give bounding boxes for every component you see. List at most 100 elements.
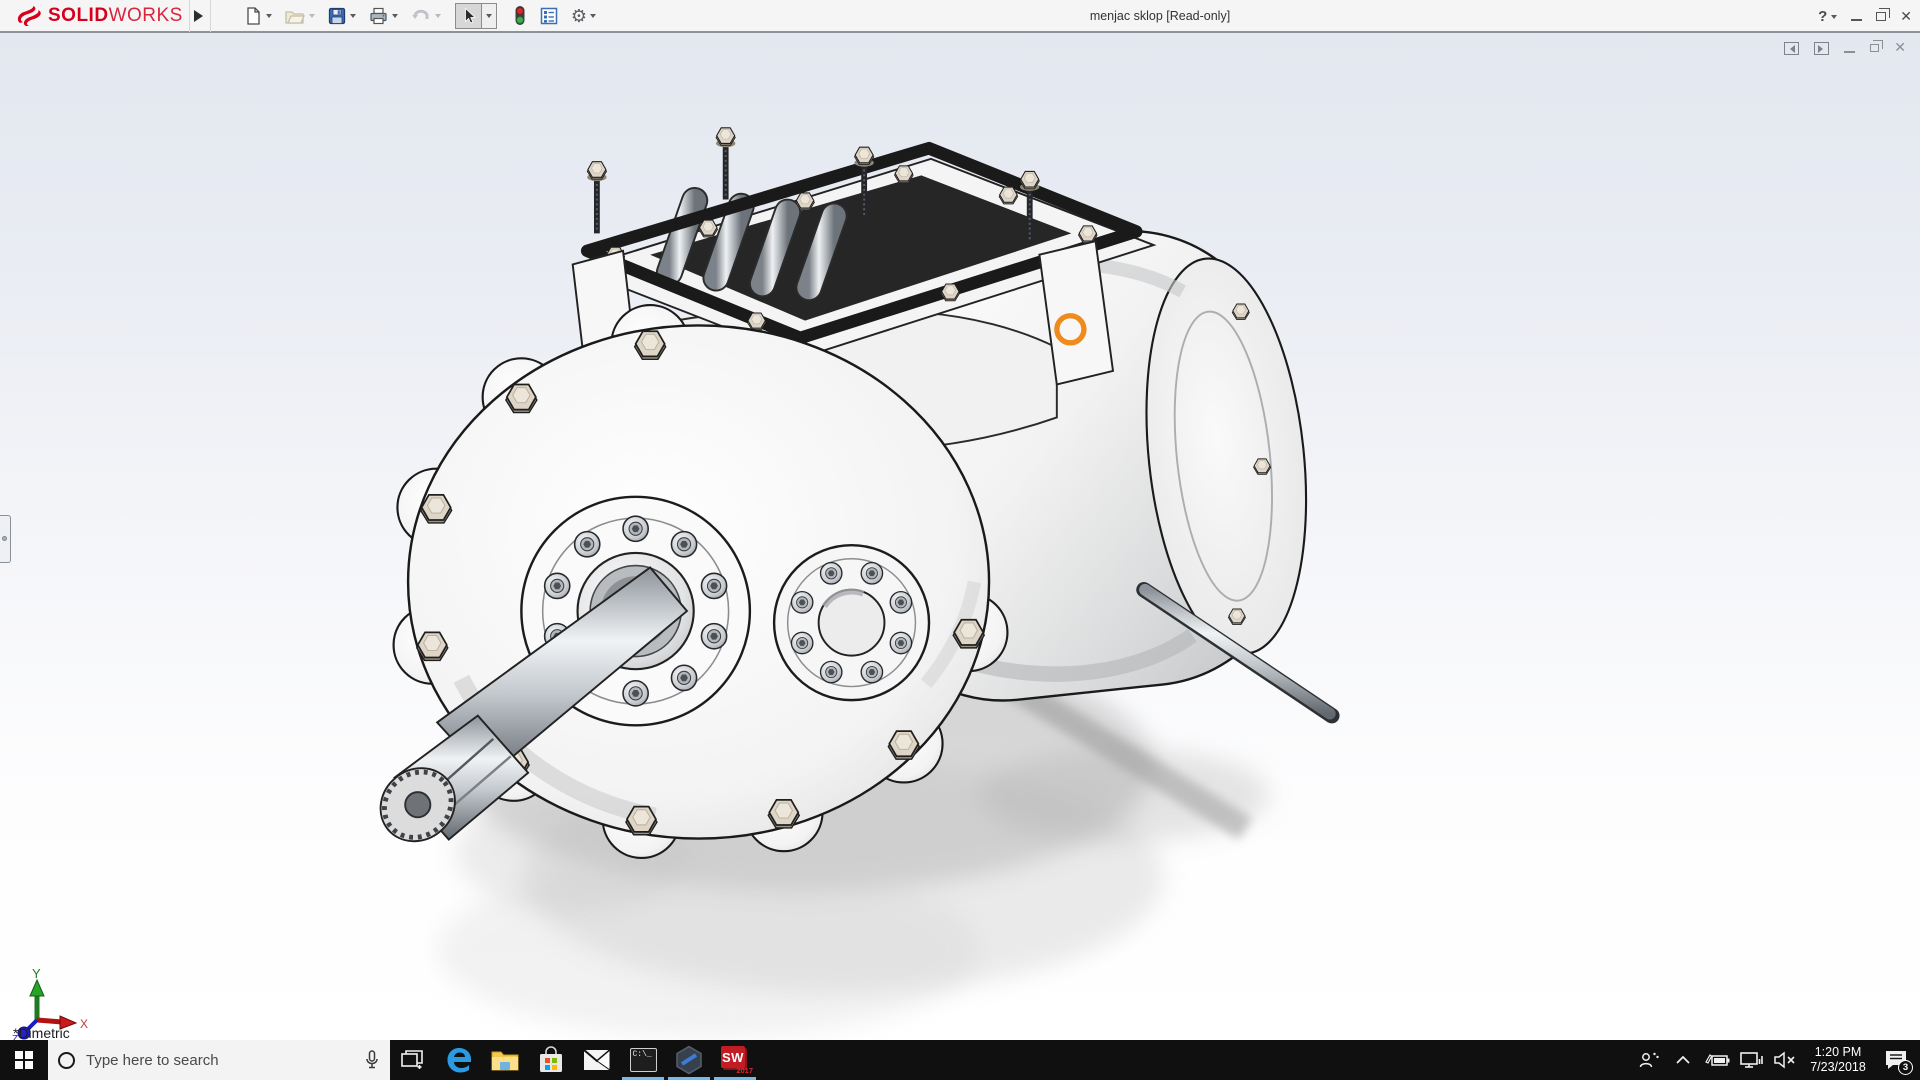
- people-button[interactable]: [1636, 1040, 1662, 1080]
- brand-bold: SOLID: [48, 5, 109, 26]
- doc-restore-icon: [1870, 44, 1879, 52]
- sw-icon-year: 2017: [736, 1066, 753, 1075]
- doc-close-icon: ✕: [1894, 39, 1906, 55]
- windows-taskbar: C:\_ SW 2017: [0, 1040, 1920, 1080]
- file-explorer-button[interactable]: [482, 1040, 528, 1080]
- mail-button[interactable]: [574, 1040, 620, 1080]
- window-title: menjac sklop [Read-only]: [1090, 9, 1230, 23]
- minimize-button[interactable]: [1851, 13, 1862, 21]
- triad-y-label: Y: [32, 966, 41, 981]
- select-dropdown-caret[interactable]: [482, 3, 497, 29]
- gearbox-model[interactable]: [0, 33, 1920, 1040]
- taskbar-clock[interactable]: 1:20 PM 7/23/2018: [1806, 1045, 1870, 1075]
- new-dropdown-caret[interactable]: [266, 14, 272, 21]
- volume-muted-icon: [1773, 1051, 1797, 1069]
- mail-icon: [583, 1049, 611, 1071]
- restore-icon: [1876, 12, 1886, 21]
- help-button[interactable]: ?: [1818, 8, 1837, 25]
- options-button[interactable]: ⚙: [567, 4, 600, 28]
- store-icon: [538, 1046, 564, 1074]
- rebuild-traffic-light-icon: [513, 5, 527, 26]
- help-dropdown-caret[interactable]: [1831, 15, 1837, 22]
- action-center-button[interactable]: 3: [1878, 1040, 1914, 1080]
- battery-icon: [1704, 1052, 1730, 1068]
- solidworks-app-icon: SW 2017: [720, 1046, 750, 1074]
- save-icon: [327, 6, 347, 26]
- microphone-icon[interactable]: [364, 1050, 380, 1070]
- notification-badge: 3: [1898, 1060, 1913, 1075]
- toolbar-flyout-button[interactable]: [189, 0, 211, 32]
- main-toolbar: ⚙: [239, 2, 600, 29]
- solidworks-logo: SOLIDWORKS: [14, 0, 183, 32]
- open-button[interactable]: [280, 3, 319, 29]
- system-tray: 1:20 PM 7/23/2018 3: [1636, 1040, 1920, 1080]
- select-tool-button[interactable]: [455, 3, 482, 29]
- command-prompt-button[interactable]: C:\_: [620, 1040, 666, 1080]
- print-button[interactable]: [364, 3, 402, 29]
- graphics-viewport[interactable]: ✕ Y X Z *Dimetric: [0, 33, 1920, 1040]
- solidworks-logo-icon: [14, 4, 44, 28]
- close-icon: ✕: [1900, 8, 1912, 24]
- model-second-flange[interactable]: [774, 545, 929, 700]
- show-hidden-icons-button[interactable]: [1670, 1040, 1696, 1080]
- pane-arrow-left-icon: [1786, 45, 1795, 53]
- search-input[interactable]: [86, 1052, 353, 1069]
- task-view-button[interactable]: [390, 1040, 436, 1080]
- title-bar: SOLIDWORKS: [0, 0, 1920, 33]
- store-button[interactable]: [528, 1040, 574, 1080]
- print-icon: [368, 6, 389, 26]
- tab-handle-dot: [2, 536, 7, 541]
- rebuild-button[interactable]: [509, 2, 531, 29]
- options-dropdown-caret[interactable]: [590, 14, 596, 21]
- pane-arrow-right-icon: [1818, 45, 1827, 53]
- undo-button: [406, 3, 445, 29]
- command-prompt-icon: C:\_: [630, 1048, 657, 1072]
- display-properties-button[interactable]: [535, 3, 563, 29]
- doc-minimize-button[interactable]: [1844, 43, 1855, 53]
- select-tool-group: [455, 3, 497, 29]
- feature-tree-collapsed-tab[interactable]: [0, 515, 11, 563]
- battery-button[interactable]: [1704, 1040, 1730, 1080]
- save-button[interactable]: [323, 3, 360, 29]
- start-button[interactable]: [0, 1040, 48, 1080]
- sw-icon-text: SW: [722, 1050, 744, 1065]
- options-gear-icon: ⚙: [571, 7, 587, 25]
- solidworks-app-button[interactable]: SW 2017: [712, 1040, 758, 1080]
- titlebar-controls: ? ✕: [1818, 0, 1912, 33]
- minimize-icon: [1851, 19, 1862, 21]
- cmd-prompt-text: C:\_: [633, 1050, 652, 1059]
- edge-button[interactable]: [436, 1040, 482, 1080]
- network-button[interactable]: [1738, 1040, 1764, 1080]
- undo-icon: [410, 6, 432, 26]
- clock-time: 1:20 PM: [1808, 1045, 1868, 1060]
- hexagon-app-button[interactable]: [666, 1040, 712, 1080]
- file-explorer-icon: [491, 1048, 519, 1072]
- undo-dropdown-caret: [435, 14, 441, 21]
- print-dropdown-caret[interactable]: [392, 14, 398, 21]
- save-dropdown-caret[interactable]: [350, 14, 356, 21]
- cortana-icon: [58, 1052, 75, 1069]
- doc-restore-button[interactable]: [1870, 44, 1879, 52]
- close-button[interactable]: ✕: [1900, 8, 1912, 26]
- pane-toggle-right-button[interactable]: [1814, 42, 1829, 55]
- network-icon: [1739, 1051, 1763, 1069]
- doc-close-button[interactable]: ✕: [1894, 39, 1906, 57]
- help-icon: ?: [1818, 8, 1827, 25]
- pane-toggle-left-button[interactable]: [1784, 42, 1799, 55]
- brand-light: WORKS: [109, 5, 183, 26]
- task-view-icon: [401, 1049, 425, 1071]
- taskbar-search[interactable]: [48, 1040, 390, 1080]
- volume-button[interactable]: [1772, 1040, 1798, 1080]
- new-document-icon: [243, 6, 263, 26]
- people-icon: [1638, 1050, 1660, 1070]
- new-document-button[interactable]: [239, 3, 276, 29]
- document-window-controls: ✕: [1784, 39, 1906, 57]
- flyout-arrow-icon: [194, 10, 209, 22]
- edge-icon: [445, 1046, 473, 1074]
- clock-date: 7/23/2018: [1808, 1060, 1868, 1075]
- select-arrow-icon: [459, 6, 478, 26]
- open-dropdown-caret: [309, 14, 315, 21]
- doc-minimize-icon: [1844, 51, 1855, 53]
- hexagon-app-icon: [675, 1045, 703, 1075]
- restore-button[interactable]: [1876, 12, 1886, 21]
